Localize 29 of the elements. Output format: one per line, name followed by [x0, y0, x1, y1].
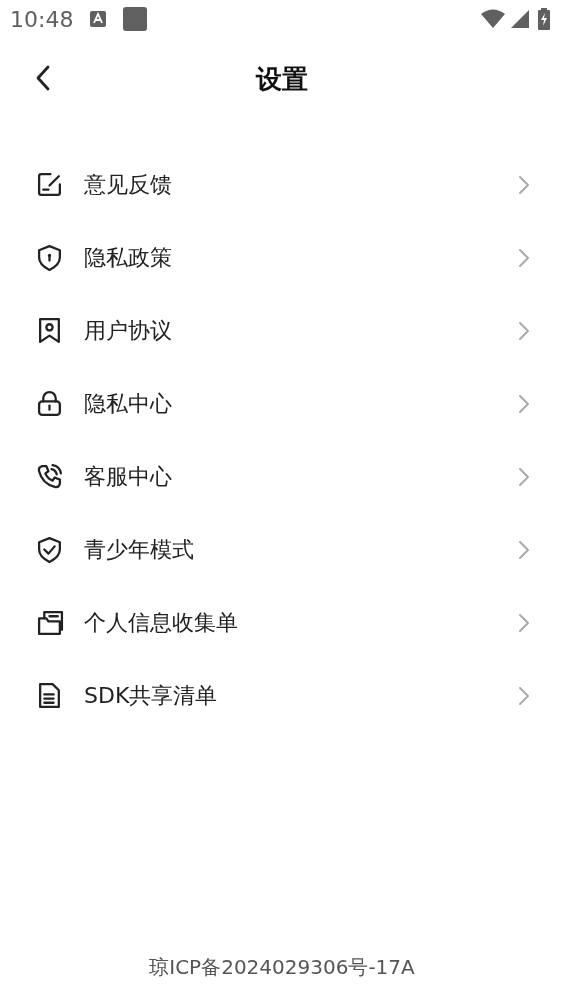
folder-icon — [36, 608, 64, 637]
settings-item[interactable]: SDK共享清单 — [0, 659, 564, 732]
settings-item[interactable]: 青少年模式 — [0, 513, 564, 586]
settings-item[interactable]: 隐私政策 — [0, 221, 564, 294]
battery-icon — [538, 8, 550, 30]
lock-icon — [36, 389, 64, 418]
status-time: 10:48 — [10, 5, 74, 34]
chevron-right-icon — [518, 467, 530, 487]
page-title: 设置 — [256, 62, 308, 96]
chevron-right-icon — [518, 321, 530, 341]
chevron-right-icon — [518, 248, 530, 268]
chevron-right-icon — [518, 686, 530, 706]
wifi-icon — [480, 9, 506, 29]
chevron-right-icon — [518, 540, 530, 560]
settings-item[interactable]: 个人信息收集单 — [0, 586, 564, 659]
back-icon — [34, 64, 52, 92]
shield-icon — [36, 243, 64, 272]
signal-icon — [510, 9, 530, 29]
settings-item[interactable]: 客服中心 — [0, 440, 564, 513]
phone-icon — [36, 462, 64, 491]
settings-item[interactable]: 隐私中心 — [0, 367, 564, 440]
settings-item[interactable]: 意见反馈 — [0, 148, 564, 221]
chevron-right-icon — [518, 394, 530, 414]
settings-item[interactable]: 用户协议 — [0, 294, 564, 367]
shield-check-icon — [36, 535, 64, 564]
chevron-right-icon — [518, 175, 530, 195]
chevron-right-icon — [518, 613, 530, 633]
icp-license-text: 琼ICP备2024029306号-17A — [149, 955, 415, 979]
edit-icon — [36, 170, 64, 199]
